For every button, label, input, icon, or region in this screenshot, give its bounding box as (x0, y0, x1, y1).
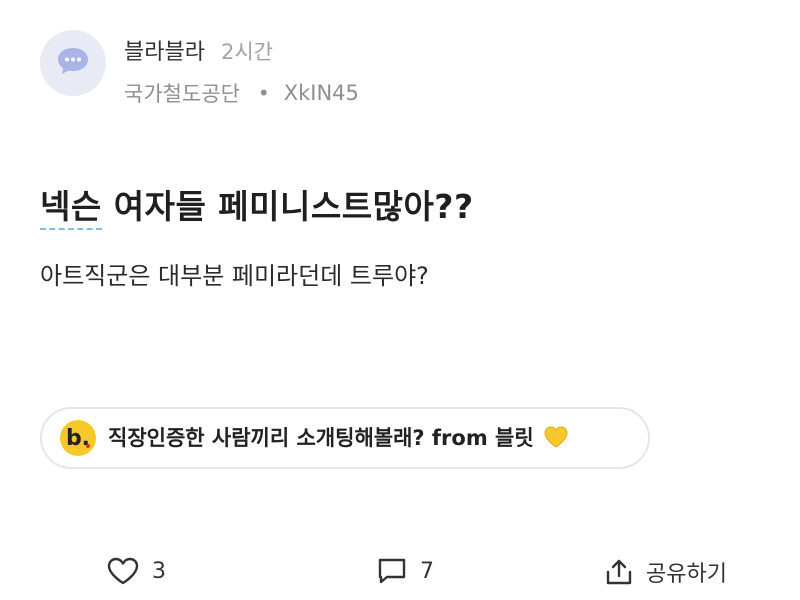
like-count: 3 (152, 558, 166, 584)
title-text: 여자들 페미니스트많아?? (101, 187, 474, 226)
post-actions: 3 7 공유하기 (0, 556, 800, 596)
author-name[interactable]: 블라블라 (124, 34, 205, 66)
post-title: 넥슨 여자들 페미니스트많아?? (40, 180, 474, 230)
separator-dot: • (257, 81, 270, 105)
company-name[interactable]: 국가철도공단 (124, 78, 240, 108)
share-label: 공유하기 (646, 562, 727, 587)
meta-top-row: 블라블라 2시간 (124, 34, 359, 66)
blit-logo-icon: b. (60, 420, 96, 456)
comment-count: 7 (420, 558, 434, 584)
chat-bubble-icon (56, 46, 90, 80)
post-detail-page: 블라블라 2시간 국가철도공단 • XkIN45 넥슨 여자들 페미니스트많아?… (0, 0, 800, 600)
post-meta: 블라블라 2시간 국가철도공단 • XkIN45 (124, 30, 359, 108)
share-icon (604, 557, 634, 587)
avatar[interactable] (40, 30, 106, 96)
heart-outline-icon (106, 556, 140, 586)
post-header: 블라블라 2시간 국가철도공단 • XkIN45 (40, 30, 359, 108)
comment-icon (376, 556, 408, 586)
post-time: 2시간 (220, 40, 273, 64)
share-button[interactable]: 공유하기 (604, 556, 727, 588)
promo-label: 직장인증한 사람끼리 소개팅해볼래? from 블릿 (108, 426, 534, 451)
like-button[interactable]: 3 (106, 556, 166, 586)
user-id: XkIN45 (283, 81, 359, 105)
yellow-heart-icon (543, 425, 569, 454)
comment-button[interactable]: 7 (376, 556, 434, 586)
meta-bottom-row: 국가철도공단 • XkIN45 (124, 78, 359, 108)
title-keyword-link[interactable]: 넥슨 (40, 187, 102, 230)
post-body: 아트직군은 대부분 페미라던데 트루야? (40, 262, 429, 290)
promo-banner[interactable]: b. 직장인증한 사람끼리 소개팅해볼래? from 블릿 (40, 407, 650, 469)
promo-text: 직장인증한 사람끼리 소개팅해볼래? from 블릿 (108, 422, 569, 454)
